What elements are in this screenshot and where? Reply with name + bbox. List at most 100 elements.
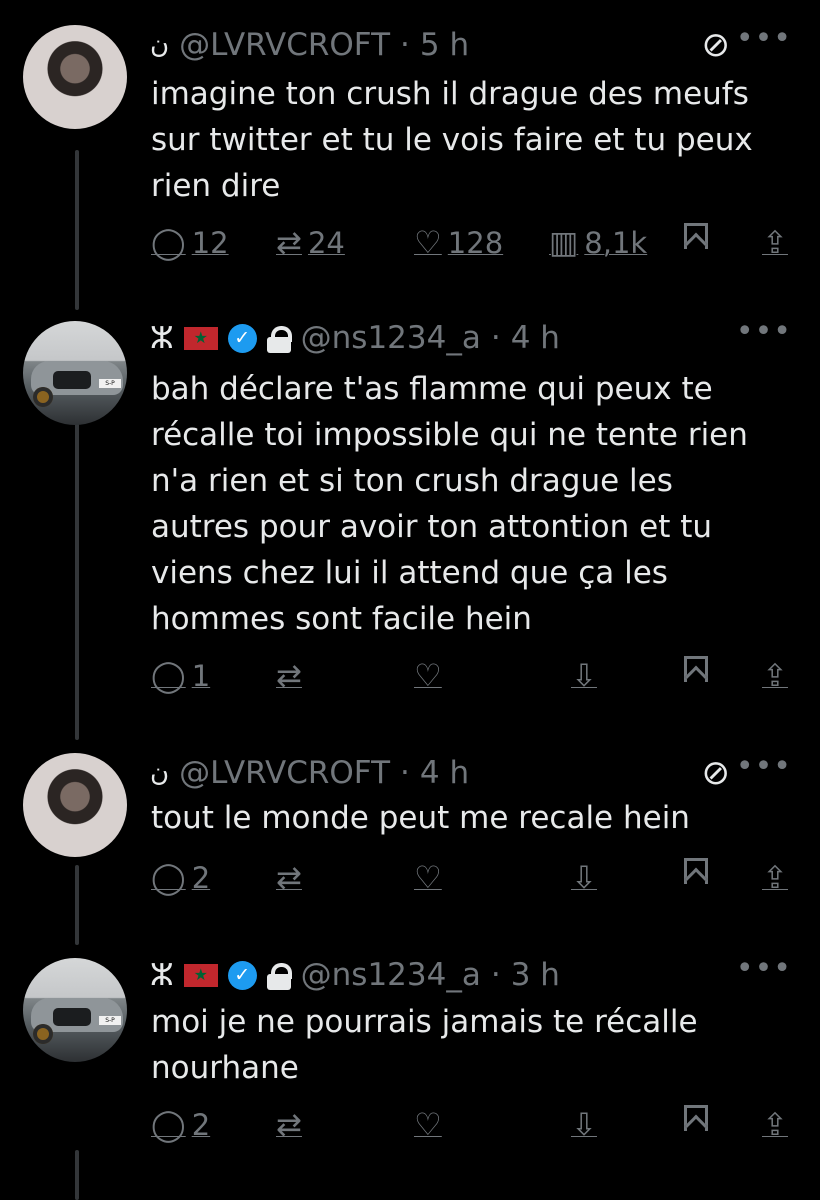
share-icon: ⇪ <box>762 225 788 261</box>
tweet-actions: ◯ 12 ⇄ 24 ♡ 128 ▥ 8,1k ⇪ <box>151 223 795 267</box>
separator: · <box>400 755 410 791</box>
tweet-text: bah déclare t'as flamme qui peux te réca… <box>151 371 748 637</box>
retweet-button[interactable]: ⇄ 24 <box>276 225 345 261</box>
heart-icon: ♡ <box>414 860 442 896</box>
downvote-icon: ⇩ <box>571 1107 597 1143</box>
more-icon[interactable]: ••• <box>736 314 792 349</box>
tweet-actions: ◯ 2 ⇄ ♡ ⇩ ⇪ <box>151 1105 795 1149</box>
lock-icon <box>266 325 292 353</box>
heart-icon: ♡ <box>414 658 442 694</box>
display-name[interactable]: ن <box>150 758 169 788</box>
share-icon: ⇪ <box>762 860 788 896</box>
bookmark-icon <box>684 858 708 884</box>
bookmark-button[interactable] <box>684 223 708 251</box>
avatar[interactable] <box>23 753 127 857</box>
car-grill <box>53 1008 91 1026</box>
reply-icon: ◯ <box>151 860 186 896</box>
tweet-actions: ◯ 2 ⇄ ♡ ⇩ ⇪ <box>151 858 795 902</box>
morocco-flag-icon <box>183 963 218 987</box>
more-icon[interactable]: ••• <box>736 749 792 784</box>
views-icon: ▥ <box>549 225 579 261</box>
tweet-header: ⵣ ✓ @ns1234_a · 4 h <box>150 318 560 358</box>
downvote-button[interactable]: ⇩ <box>571 860 597 896</box>
share-icon: ⇪ <box>762 658 788 694</box>
tweet-text: tout le monde peut me recale hein <box>151 800 690 836</box>
reply-count: 2 <box>191 1108 211 1142</box>
handle[interactable]: @ns1234_a <box>301 957 481 993</box>
morocco-flag-icon <box>183 326 218 350</box>
bookmark-icon <box>684 1105 708 1131</box>
retweet-button[interactable]: ⇄ <box>276 860 302 896</box>
timestamp[interactable]: 3 h <box>511 957 560 993</box>
avatar[interactable] <box>23 25 127 129</box>
bookmark-button[interactable] <box>684 656 708 684</box>
share-button[interactable]: ⇪ <box>762 1107 788 1143</box>
license-plate: S-P <box>99 379 121 388</box>
retweet-icon: ⇄ <box>276 225 302 261</box>
reply-button[interactable]: ◯ 2 <box>151 1107 210 1143</box>
tweet[interactable]: ن @LVRVCROFT · 5 h ⊘ ••• imagine ton cru… <box>0 21 820 280</box>
heart-icon: ♡ <box>414 225 442 261</box>
avatar[interactable]: S-P <box>23 321 127 425</box>
car-wheel <box>33 387 53 407</box>
tweet-header: ⵣ ✓ @ns1234_a · 3 h <box>150 955 560 995</box>
handle[interactable]: @LVRVCROFT <box>179 27 390 63</box>
slash-icon[interactable]: ⊘ <box>702 25 731 65</box>
lock-icon <box>266 962 292 990</box>
handle[interactable]: @ns1234_a <box>301 320 481 356</box>
reply-icon: ◯ <box>151 1107 186 1143</box>
like-button[interactable]: ♡ 128 <box>414 225 503 261</box>
reply-button[interactable]: ◯ 1 <box>151 658 210 694</box>
reply-icon: ◯ <box>151 225 186 261</box>
display-name[interactable]: ⵣ <box>150 321 174 356</box>
car-grill <box>53 371 91 389</box>
display-name[interactable]: ⵣ <box>150 958 174 993</box>
more-icon[interactable]: ••• <box>736 951 792 986</box>
thread-line <box>75 1150 79 1200</box>
views-count: 8,1k <box>584 226 648 260</box>
share-icon: ⇪ <box>762 1107 788 1143</box>
retweet-icon: ⇄ <box>276 1107 302 1143</box>
heart-icon: ♡ <box>414 1107 442 1143</box>
verified-icon: ✓ <box>227 960 257 990</box>
separator: · <box>400 27 410 63</box>
car-wheel <box>33 1024 53 1044</box>
timestamp[interactable]: 5 h <box>420 27 469 63</box>
reply-button[interactable]: ◯ 2 <box>151 860 210 896</box>
timestamp[interactable]: 4 h <box>420 755 469 791</box>
verified-icon: ✓ <box>227 323 257 353</box>
retweet-count: 24 <box>307 226 345 260</box>
share-button[interactable]: ⇪ <box>762 225 788 261</box>
tweet[interactable]: S-P ⵣ ✓ @ns1234_a · 4 h ••• bah déclare … <box>0 314 820 708</box>
like-button[interactable]: ♡ <box>414 860 442 896</box>
bookmark-button[interactable] <box>684 858 708 886</box>
like-count: 128 <box>447 226 504 260</box>
share-button[interactable]: ⇪ <box>762 860 788 896</box>
handle[interactable]: @LVRVCROFT <box>179 755 390 791</box>
retweet-icon: ⇄ <box>276 658 302 694</box>
avatar[interactable]: S-P <box>23 958 127 1062</box>
slash-icon[interactable]: ⊘ <box>702 753 731 793</box>
retweet-button[interactable]: ⇄ <box>276 1107 302 1143</box>
views-button[interactable]: ▥ 8,1k <box>549 225 647 261</box>
tweet[interactable]: ن @LVRVCROFT · 4 h ⊘ ••• tout le monde p… <box>0 749 820 903</box>
share-button[interactable]: ⇪ <box>762 658 788 694</box>
tweet-text: imagine ton crush il drague des meufs su… <box>151 76 753 204</box>
tweet[interactable]: S-P ⵣ ✓ @ns1234_a · 3 h ••• moi je ne po… <box>0 951 820 1155</box>
tweet-header: ن @LVRVCROFT · 4 h <box>150 753 469 793</box>
bookmark-icon <box>684 656 708 682</box>
reply-count: 12 <box>191 226 229 260</box>
separator: · <box>490 957 501 993</box>
reply-button[interactable]: ◯ 12 <box>151 225 229 261</box>
downvote-button[interactable]: ⇩ <box>571 1107 597 1143</box>
like-button[interactable]: ♡ <box>414 658 442 694</box>
like-button[interactable]: ♡ <box>414 1107 442 1143</box>
downvote-icon: ⇩ <box>571 860 597 896</box>
more-icon[interactable]: ••• <box>736 21 792 56</box>
downvote-button[interactable]: ⇩ <box>571 658 597 694</box>
retweet-button[interactable]: ⇄ <box>276 658 302 694</box>
timestamp[interactable]: 4 h <box>511 320 560 356</box>
display-name[interactable]: ن <box>150 30 169 60</box>
bookmark-button[interactable] <box>684 1105 708 1133</box>
downvote-icon: ⇩ <box>571 658 597 694</box>
